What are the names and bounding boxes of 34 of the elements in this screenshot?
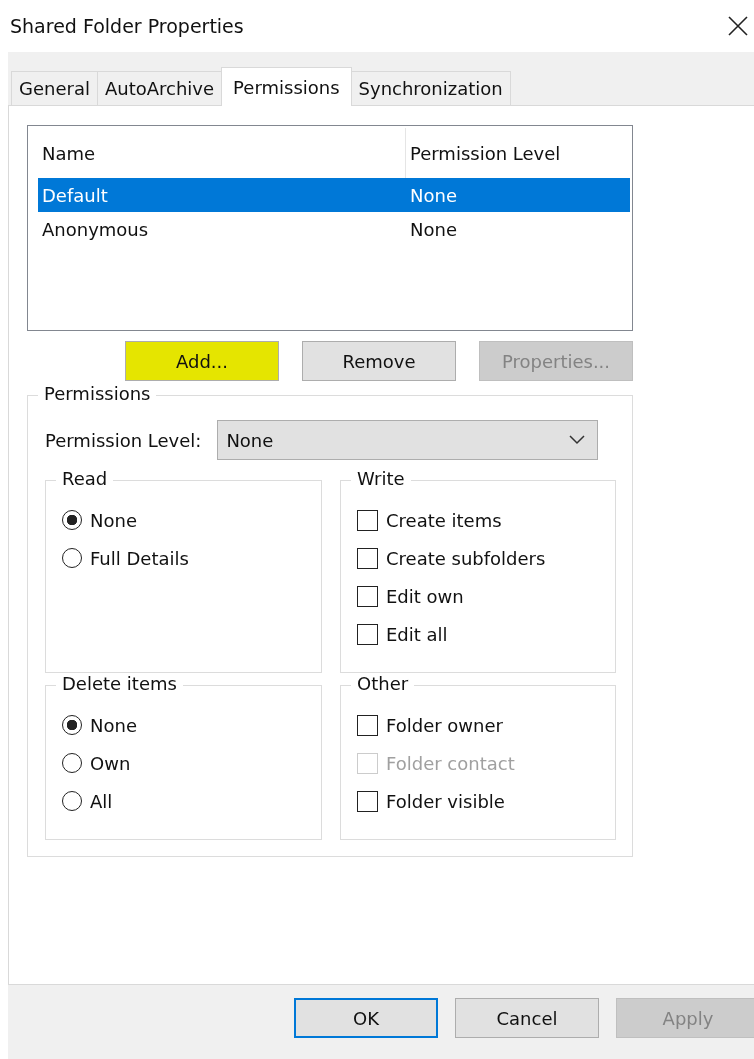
checkbox[interactable]: [357, 623, 378, 645]
field-label: Permission Level:: [45, 429, 202, 451]
list-row[interactable]: Anonymous None: [38, 212, 630, 246]
tab[interactable]: Synchronization: [350, 71, 511, 105]
window-title: Shared Folder Properties: [10, 15, 244, 37]
option-label[interactable]: Folder visible: [386, 790, 505, 812]
option-label[interactable]: None: [90, 509, 137, 531]
option-label[interactable]: Full Details: [90, 547, 189, 569]
close-icon[interactable]: [726, 15, 750, 37]
option-label[interactable]: Edit own: [386, 585, 464, 607]
list-row[interactable]: Default None: [38, 178, 630, 212]
column-header[interactable]: Permission Level: [406, 142, 561, 164]
option-label[interactable]: All: [90, 790, 113, 812]
option-label[interactable]: Folder owner: [386, 714, 503, 736]
checkbox[interactable]: [357, 714, 378, 736]
caret-icon: [569, 435, 586, 445]
option-label[interactable]: Edit all: [386, 623, 448, 645]
option-label[interactable]: Create items: [386, 509, 502, 531]
button[interactable]: Remove: [302, 341, 456, 381]
option-label[interactable]: Own: [90, 752, 131, 774]
button[interactable]: OK: [294, 998, 438, 1038]
checkbox[interactable]: [357, 547, 378, 569]
checkbox[interactable]: [357, 509, 378, 531]
button[interactable]: Cancel: [455, 998, 599, 1038]
option-label[interactable]: None: [90, 714, 137, 736]
radio-button[interactable]: [62, 510, 82, 530]
checkbox[interactable]: [357, 790, 378, 812]
permission-level-dropdown[interactable]: None: [217, 420, 599, 460]
radio-button[interactable]: [62, 715, 82, 735]
checkbox[interactable]: [357, 585, 378, 607]
option-label[interactable]: Create subfolders: [386, 547, 546, 569]
tab[interactable]: General: [11, 71, 98, 105]
button[interactable]: Add...: [125, 341, 279, 381]
tab[interactable]: Permissions: [221, 67, 352, 106]
